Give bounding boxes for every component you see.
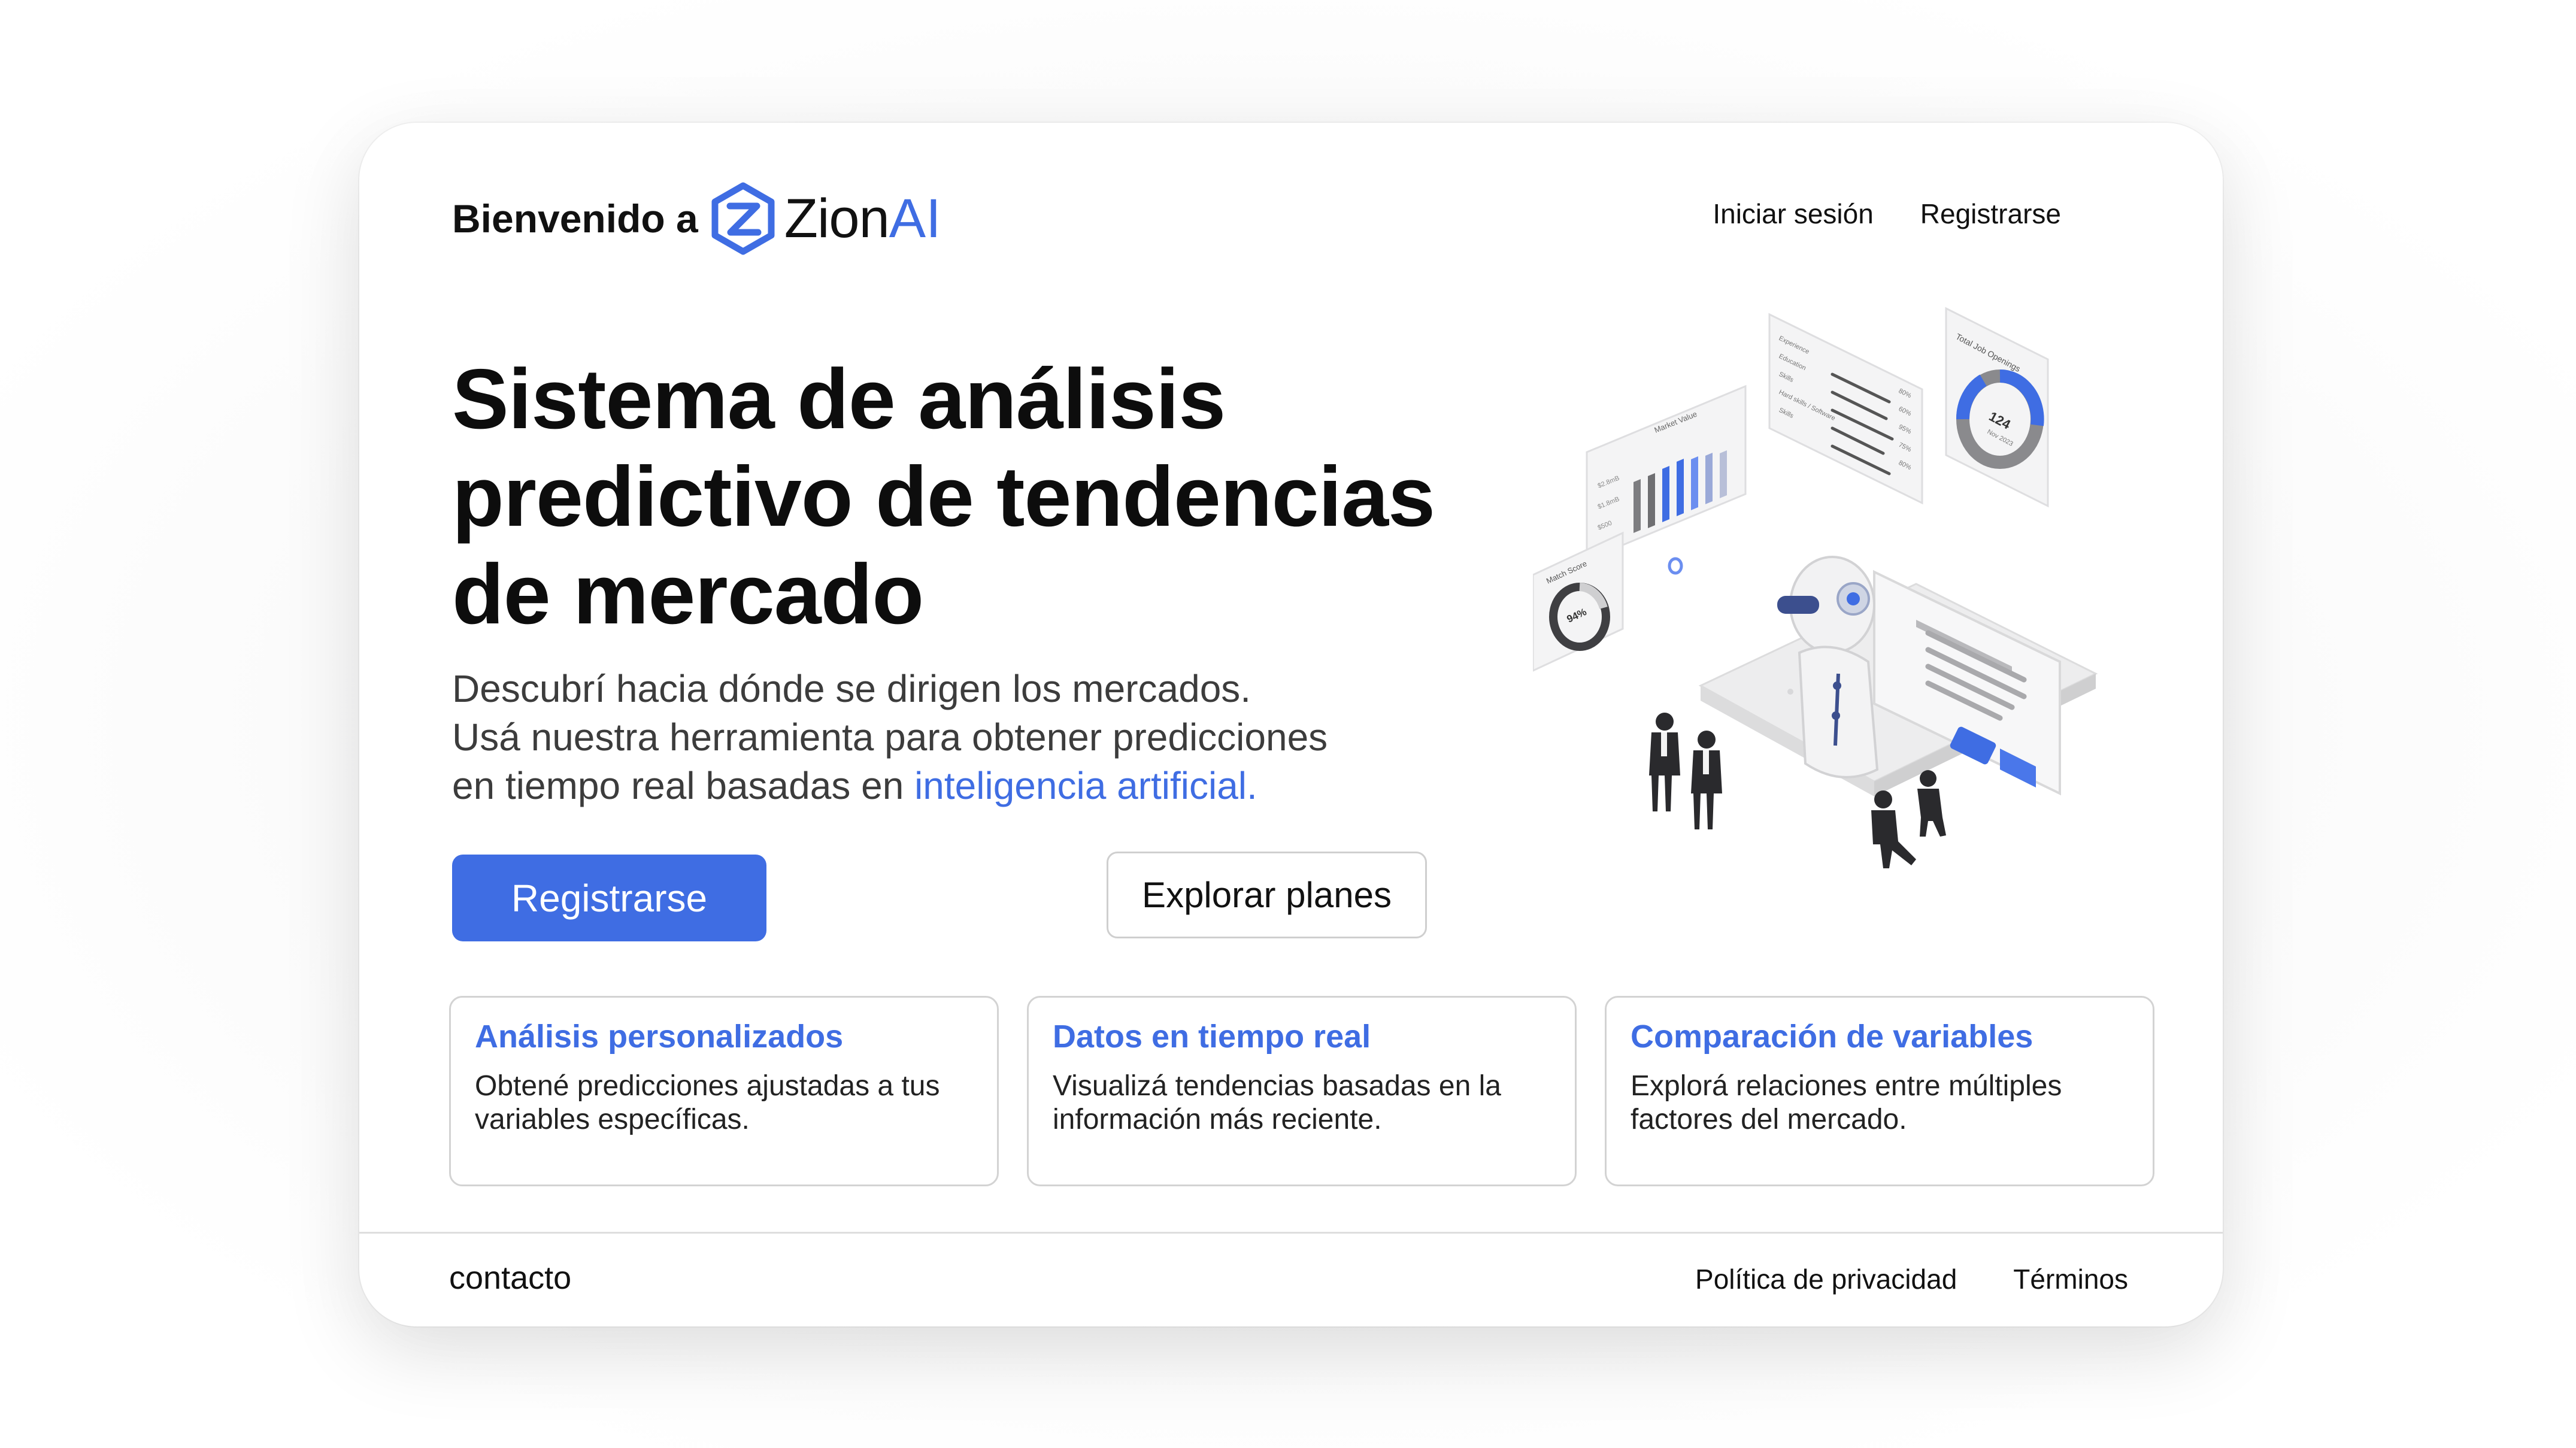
feature-description: Obtené predicciones ajustadas a tus vari… [475, 1070, 973, 1137]
ai-analytics-illustration: Market Value $2.8mB $1.8mB $500 Experien… [1533, 307, 2098, 868]
feature-card-variable-comparison[interactable]: Comparación de variables Explorá relacio… [1605, 996, 2154, 1186]
ai-highlight-text: inteligencia artificial. [914, 764, 1257, 807]
feature-description-line: Obtené predicciones ajustadas a tus [475, 1070, 940, 1102]
footer-divider [359, 1232, 2223, 1234]
feature-description: Explorá relaciones entre múltiples facto… [1631, 1070, 2129, 1137]
contact-link[interactable]: contacto [449, 1260, 571, 1296]
hero-subtitle-line: Usá nuestra herramienta para obtener pre… [452, 716, 1328, 759]
feature-card-custom-analysis[interactable]: Análisis personalizados Obtené prediccio… [449, 996, 999, 1186]
hero-title-line: predictivo de tendencias [452, 449, 1435, 544]
landing-card: Bienvenido a Zion AI Iniciar sesión Regis… [359, 123, 2223, 1326]
feature-title: Comparación de variables [1631, 1019, 2033, 1055]
feature-description-line: información más reciente. [1053, 1104, 1382, 1135]
login-link[interactable]: Iniciar sesión [1713, 198, 1873, 230]
register-link[interactable]: Registrarse [1920, 198, 2061, 230]
footer-links: Política de privacidad Términos [1695, 1263, 2128, 1295]
feature-description-line: Visualizá tendencias basadas en la [1053, 1070, 1501, 1102]
hero-subtitle-line: Descubrí hacia dónde se dirigen los merc… [452, 667, 1251, 710]
brand-name-accent: AI [889, 187, 941, 249]
hero-subtitle-line-last: en tiempo real basadas en inteligencia a… [452, 762, 1470, 810]
brand-header: Bienvenido a Zion AI [452, 180, 941, 258]
hero-title-line: de mercado [452, 547, 924, 642]
hero-subtitle-prefix: en tiempo real basadas en [452, 764, 915, 807]
feature-description-line: factores del mercado. [1631, 1104, 1907, 1135]
hero-title-line: Sistema de análisis [452, 352, 1226, 447]
brand-welcome: Bienvenido a [452, 196, 698, 241]
top-nav: Iniciar sesión Registrarse [1713, 198, 2061, 230]
footer-contact: contacto [449, 1259, 571, 1296]
hexagon-z-logo-icon [711, 182, 775, 255]
register-button[interactable]: Registrarse [452, 855, 766, 941]
feature-description: Visualizá tendencias basadas en la infor… [1053, 1070, 1551, 1137]
feature-description-line: Explorá relaciones entre múltiples [1631, 1070, 2062, 1102]
terms-link[interactable]: Términos [2013, 1263, 2128, 1295]
explore-plans-button[interactable]: Explorar planes [1107, 852, 1427, 938]
feature-card-realtime-data[interactable]: Datos en tiempo real Visualizá tendencia… [1027, 996, 1577, 1186]
privacy-policy-link[interactable]: Política de privacidad [1695, 1263, 1957, 1295]
feature-title: Análisis personalizados [475, 1019, 844, 1055]
hero-subtitle: Descubrí hacia dónde se dirigen los merc… [452, 665, 1470, 810]
feature-description-line: variables específicas. [475, 1104, 750, 1135]
feature-title: Datos en tiempo real [1053, 1019, 1371, 1055]
hero-title: Sistema de análisis predictivo de tenden… [452, 350, 1470, 643]
brand-name: Zion [784, 187, 890, 249]
